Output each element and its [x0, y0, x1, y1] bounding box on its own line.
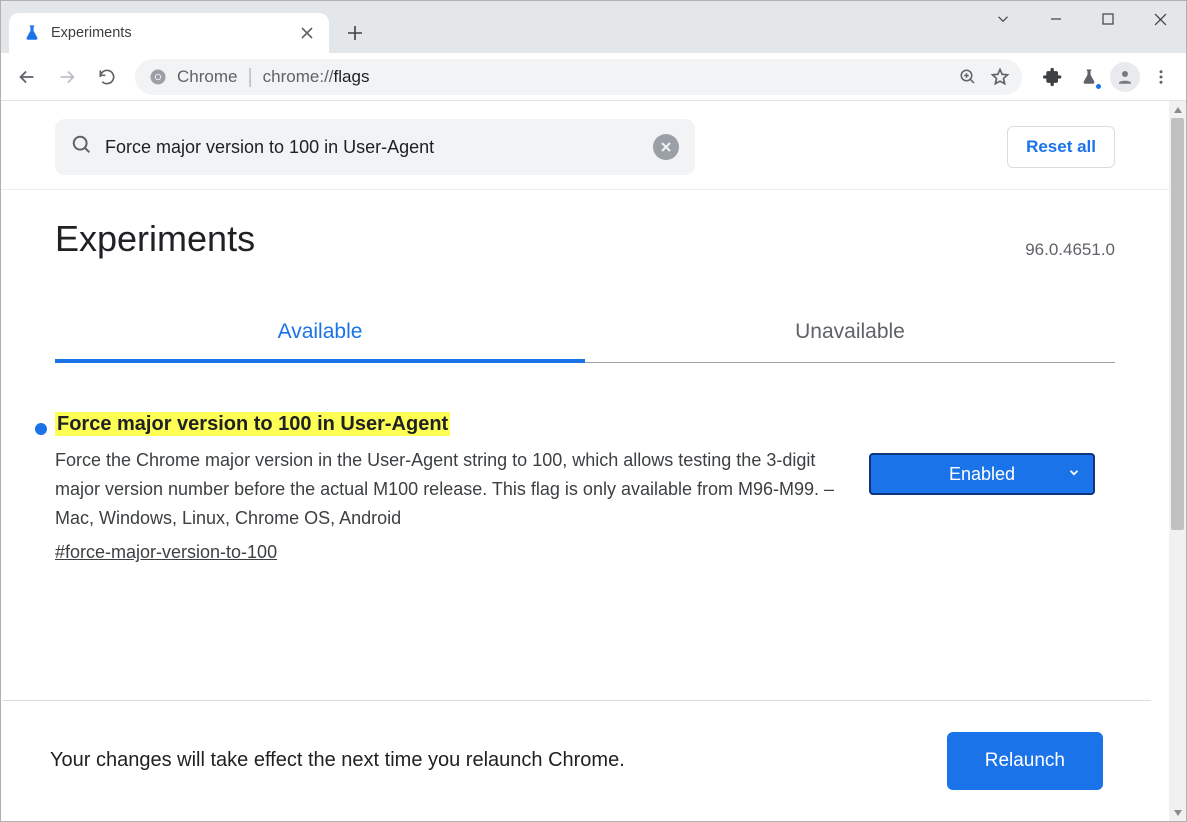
flag-state-value: Enabled [949, 464, 1015, 485]
url-path: flags [334, 67, 370, 87]
window-maximize-button[interactable] [1082, 1, 1134, 37]
browser-toolbar: Chrome | chrome://flags [1, 53, 1186, 101]
scroll-down-icon[interactable] [1169, 804, 1186, 821]
search-icon [71, 134, 93, 161]
version-text: 96.0.4651.0 [1025, 240, 1115, 260]
flask-icon [23, 24, 41, 42]
profile-avatar[interactable] [1108, 60, 1142, 94]
browser-tab[interactable]: Experiments [9, 13, 329, 53]
flag-state-select[interactable]: Enabled [869, 453, 1095, 495]
url-label: Chrome [177, 67, 237, 87]
url-text: Chrome | chrome://flags [177, 65, 369, 88]
chevron-down-icon[interactable] [980, 1, 1026, 37]
flag-item: Force major version to 100 in User-Agent… [1, 363, 1169, 583]
flag-anchor-link[interactable]: #force-major-version-to-100 [55, 542, 277, 563]
window-close-button[interactable] [1134, 1, 1186, 37]
reset-all-button[interactable]: Reset all [1007, 126, 1115, 168]
chrome-icon [149, 68, 167, 86]
flag-title: Force major version to 100 in User-Agent [55, 412, 450, 436]
vertical-scrollbar[interactable] [1169, 101, 1186, 821]
chevron-down-icon [1067, 464, 1081, 485]
new-tab-button[interactable] [339, 17, 371, 49]
relaunch-button[interactable]: Relaunch [947, 732, 1103, 790]
kebab-menu-icon[interactable] [1144, 60, 1178, 94]
address-bar[interactable]: Chrome | chrome://flags [135, 59, 1022, 95]
url-scheme: chrome:// [263, 67, 334, 87]
tab-available[interactable]: Available [55, 306, 585, 362]
window-titlebar: Experiments [1, 1, 1186, 53]
forward-button[interactable] [49, 59, 85, 95]
back-button[interactable] [9, 59, 45, 95]
reload-button[interactable] [89, 59, 125, 95]
scroll-up-icon[interactable] [1169, 101, 1186, 118]
page-content: Reset all Experiments 96.0.4651.0 Availa… [1, 101, 1169, 821]
flag-modified-dot-icon [35, 423, 47, 435]
clear-search-icon[interactable] [653, 134, 679, 160]
zoom-icon[interactable] [952, 61, 984, 93]
labs-icon[interactable] [1072, 60, 1106, 94]
window-minimize-button[interactable] [1030, 1, 1082, 37]
scroll-thumb[interactable] [1171, 118, 1184, 530]
page-title: Experiments [55, 218, 255, 260]
relaunch-message: Your changes will take effect the next t… [50, 749, 947, 772]
tab-unavailable[interactable]: Unavailable [585, 306, 1115, 362]
bookmark-star-icon[interactable] [984, 61, 1016, 93]
close-tab-icon[interactable] [297, 23, 317, 43]
flag-search-box[interactable] [55, 119, 695, 175]
relaunch-bar: Your changes will take effect the next t… [2, 700, 1151, 820]
extensions-icon[interactable] [1036, 60, 1070, 94]
scroll-track[interactable] [1169, 118, 1186, 804]
flag-search-input[interactable] [105, 137, 653, 158]
url-separator: | [247, 66, 252, 89]
flag-description: Force the Chrome major version in the Us… [55, 446, 839, 532]
tab-title: Experiments [51, 25, 297, 41]
